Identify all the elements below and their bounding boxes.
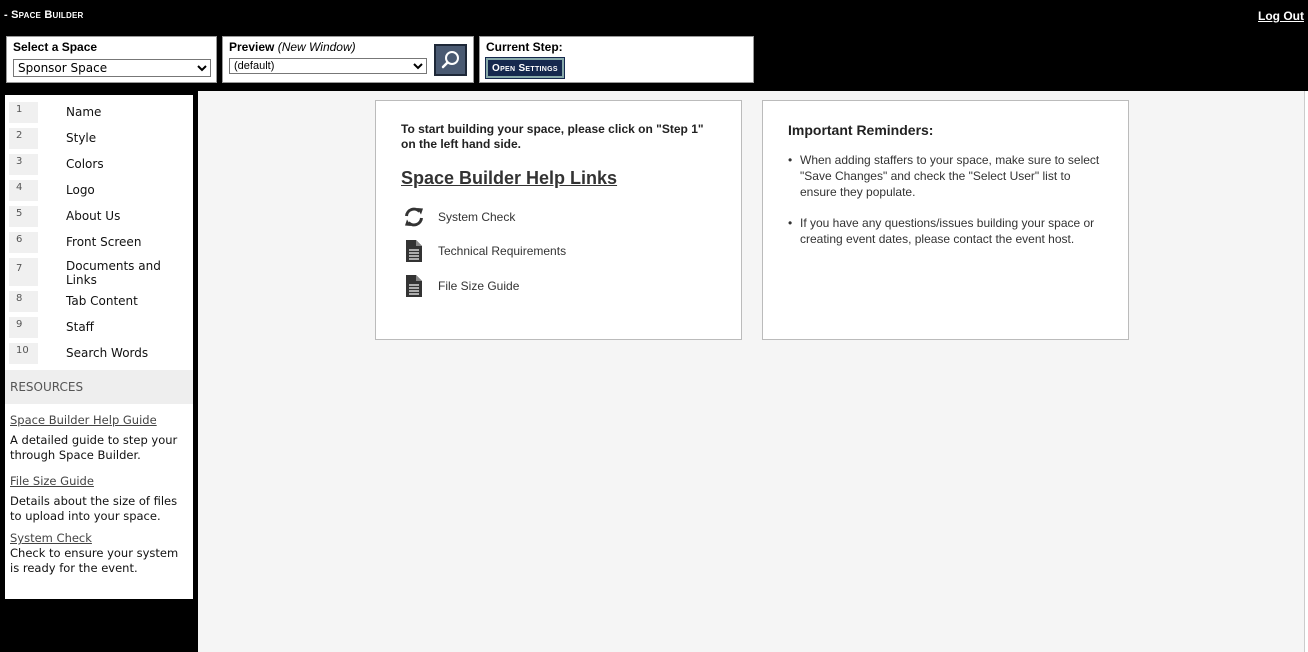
preview-select[interactable]: (default) [229,58,427,74]
help-link-label: Technical Requirements [438,244,567,258]
step-label: Tab Content [66,294,138,308]
open-settings-button[interactable]: Open Settings [485,57,565,79]
preview-label: Preview (New Window) [229,40,356,54]
help-link-file-size-guide[interactable]: File Size Guide [401,273,701,299]
resource-description: Details about the size of files to uploa… [10,494,178,523]
step-number: 5 [9,206,38,227]
top-bar: - Space Builder Log Out [0,0,1308,30]
sidebar-step-colors[interactable]: 3 Colors [5,152,193,177]
help-link-system-check[interactable]: System Check [401,204,701,230]
step-number: 3 [9,154,38,175]
step-number: 9 [9,317,38,338]
intro-text: To start building your space, please cli… [401,122,704,151]
sidebar-step-front-screen[interactable]: 6 Front Screen [5,230,193,255]
sidebar-step-name[interactable]: 1 Name [5,100,193,125]
space-selector-box: Select a Space Sponsor Space [6,36,217,83]
app-title: - Space Builder [4,9,84,21]
sidebar-step-documents-and-links[interactable]: 7 Documents and Links [5,256,193,288]
step-label: Logo [66,183,95,197]
sidebar: 1 Name 2 Style 3 Colors 4 Logo 5 About U… [5,95,193,599]
reminder-item: When adding staffers to your space, make… [788,152,1108,200]
help-links-title: Space Builder Help Links [401,168,618,188]
step-number: 6 [9,232,38,253]
preview-button[interactable] [434,44,467,76]
help-link-label: File Size Guide [438,279,520,293]
space-select[interactable]: Sponsor Space [13,59,211,77]
refresh-icon [401,204,427,230]
space-selector-label: Select a Space [13,40,98,54]
resources-heading: RESOURCES [5,370,193,404]
document-icon [401,273,427,299]
step-label: About Us [66,209,121,223]
resource-description: A detailed guide to step your through Sp… [10,433,178,462]
step-label: Style [66,131,97,145]
step-number: 2 [9,128,38,149]
current-step-label: Current Step: [486,40,563,54]
current-step-box: Current Step: Open Settings [479,36,754,83]
resource-link-file-size-guide[interactable]: File Size Guide [10,474,94,488]
preview-box: Preview (New Window) (default) [222,36,474,83]
step-label: Documents and Links [66,259,161,287]
scrollbar-edge [1304,91,1308,652]
step-number: 4 [9,180,38,201]
logout-link[interactable]: Log Out [1258,9,1304,23]
reminders-list: When adding staffers to your space, make… [788,152,1108,262]
help-link-label: System Check [438,210,516,224]
help-links-panel: To start building your space, please cli… [375,100,742,340]
step-number: 1 [9,102,38,123]
reminder-item: If you have any questions/issues buildin… [788,215,1108,247]
reminders-title: Important Reminders: [788,122,934,138]
step-label: Front Screen [66,235,142,249]
step-number: 7 [9,258,38,286]
resource-description: Check to ensure your system is ready for… [10,546,179,575]
main-content: To start building your space, please cli… [198,91,1308,652]
sidebar-step-tab-content[interactable]: 8 Tab Content [5,289,193,314]
sidebar-step-staff[interactable]: 9 Staff [5,315,193,340]
sidebar-step-search-words[interactable]: 10 Search Words [5,341,193,366]
help-link-technical-requirements[interactable]: Technical Requirements [401,238,701,264]
resource-link-help-guide[interactable]: Space Builder Help Guide [10,413,157,427]
step-number: 10 [9,343,38,364]
sidebar-step-logo[interactable]: 4 Logo [5,178,193,203]
sidebar-step-style[interactable]: 2 Style [5,126,193,151]
step-label: Staff [66,320,94,334]
step-label: Name [66,105,102,119]
reminders-panel: Important Reminders: When adding staffer… [762,100,1129,340]
preview-label-text: Preview [229,40,275,54]
document-icon [401,238,427,264]
search-icon [441,51,459,69]
sidebar-step-about-us[interactable]: 5 About Us [5,204,193,229]
step-number: 8 [9,291,38,312]
resource-link-system-check[interactable]: System Check [10,531,92,545]
step-label: Colors [66,157,104,171]
preview-label-note: (New Window) [277,40,356,54]
step-label: Search Words [66,346,149,360]
